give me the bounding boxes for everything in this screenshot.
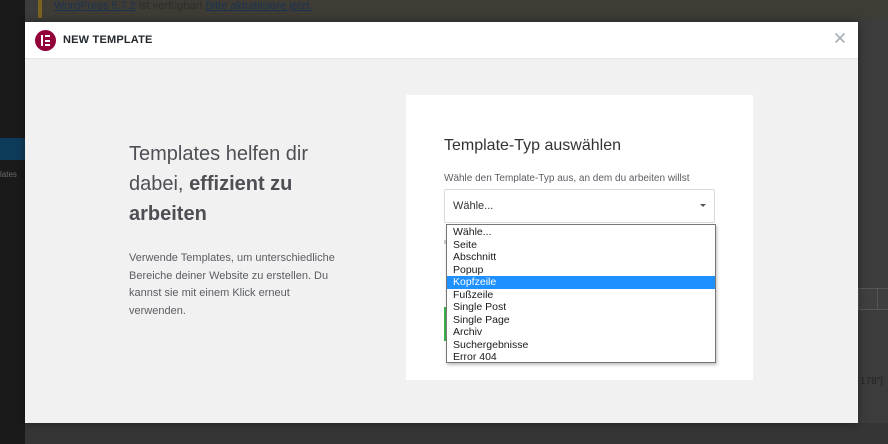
dropdown-option-highlighted[interactable]: Kopfzeile [447,276,715,289]
intro-description: Verwende Templates, um unterschiedliche … [129,252,335,317]
update-notice-link[interactable]: Bitte aktualisiere jetzt. [205,0,312,12]
admin-sidebar-label: lates [0,170,17,179]
chevron-down-icon [700,204,706,207]
background-field-2 [877,288,888,310]
elementor-logo-icon [35,30,56,51]
new-template-modal: NEW TEMPLATE Templates helfen dir dabei,… [25,22,858,423]
template-type-dropdown-list: Wähle... Seite Abschnitt Popup Kopfzeile… [446,224,716,363]
dropdown-option[interactable]: Seite [447,239,715,252]
background-footer-row [25,423,888,444]
dropdown-option[interactable]: Error 404 [447,351,715,364]
dropdown-option[interactable]: Archiv [447,326,715,339]
dropdown-option[interactable]: Single Post [447,301,715,314]
form-title: Template-Typ auswählen [444,137,621,154]
dropdown-option[interactable]: Fußzeile [447,289,715,302]
template-type-select[interactable]: Wähle... [444,189,715,223]
background-text: 178"] [860,376,884,387]
intro-heading: Templates helfen dir dabei, effizient zu… [129,139,349,229]
dropdown-option[interactable]: Single Page [447,314,715,327]
dropdown-option[interactable]: Popup [447,264,715,277]
update-notice-version-link[interactable]: WordPress 5.7.2 [54,0,136,12]
template-type-select-value: Wähle... [453,200,494,212]
admin-sidebar: lates [0,0,25,444]
update-notice: WordPress 5.7.2 ist verfügbar! Bitte akt… [38,0,888,18]
dropdown-option[interactable]: Suchergebnisse [447,339,715,352]
modal-title: NEW TEMPLATE [63,34,153,46]
update-notice-text: ist verfügbar! [135,0,206,12]
dropdown-option[interactable]: Abschnitt [447,251,715,264]
close-icon[interactable] [832,30,848,46]
template-type-label: Wähle den Template-Typ aus, an dem du ar… [444,173,690,184]
modal-header: NEW TEMPLATE [25,22,858,59]
admin-sidebar-active-item [0,138,25,160]
dropdown-option[interactable]: Wähle... [447,226,715,239]
